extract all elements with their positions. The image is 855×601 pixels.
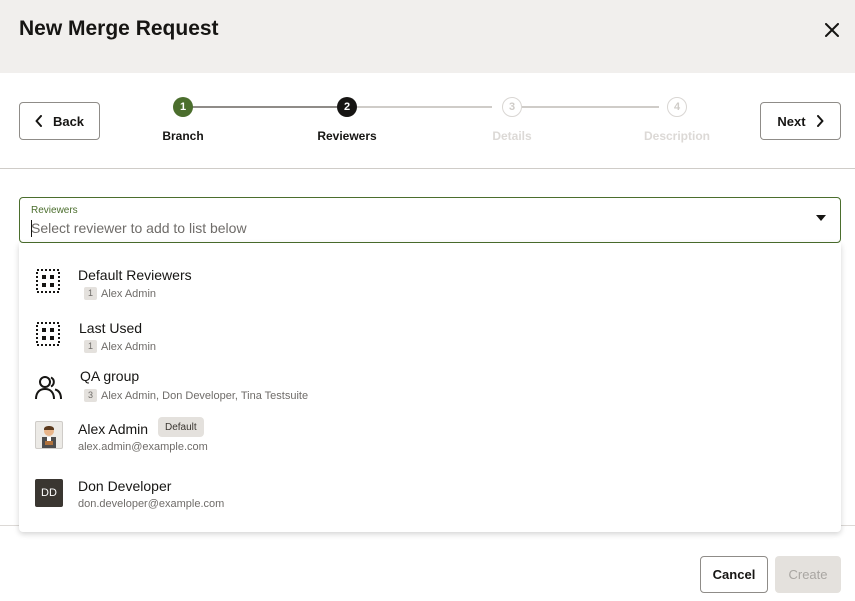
member-count: 3 — [84, 389, 97, 402]
option-don-developer[interactable]: DD Don Developer don.developer@example.c… — [19, 472, 841, 527]
option-name: Don Developer — [78, 478, 172, 494]
next-button[interactable]: Next — [760, 102, 841, 140]
option-alex-admin[interactable]: Alex Admin alex.admin@example.com — [19, 415, 841, 470]
avatar: DD — [35, 479, 63, 507]
default-badge: Default — [158, 417, 204, 437]
grid-icon — [34, 320, 62, 348]
grid-icon — [34, 267, 62, 295]
step-number: 4 — [667, 97, 687, 117]
dropdown-arrow-icon[interactable] — [816, 215, 826, 221]
option-last-used[interactable]: Last Used 1 Alex Admin — [19, 304, 841, 359]
option-name: Default Reviewers — [78, 267, 192, 283]
chevron-right-icon — [816, 115, 824, 127]
member-names: Alex Admin — [101, 287, 157, 300]
option-name: Alex Admin — [78, 421, 149, 437]
reviewer-options-list: Default Reviewers 1 Alex Admin Last Used… — [19, 243, 841, 532]
option-email: alex.admin@example.com — [78, 441, 208, 453]
step-label: Branch — [162, 129, 204, 143]
chevron-left-icon — [35, 115, 42, 127]
step-details: 3 Details — [462, 95, 562, 143]
group-icon — [35, 373, 63, 401]
step-label: Description — [643, 129, 710, 143]
back-label: Back — [52, 113, 85, 129]
divider — [0, 168, 855, 169]
member-names: Alex Admin — [101, 340, 157, 353]
reviewers-search-input[interactable] — [31, 220, 791, 236]
dialog-title: New Merge Request — [19, 17, 219, 40]
avatar — [35, 421, 63, 449]
step-label: Reviewers — [317, 129, 377, 143]
text-caret — [31, 220, 32, 237]
step-label: Details — [492, 129, 532, 143]
reviewers-select[interactable]: Reviewers — [19, 197, 841, 243]
step-branch[interactable]: 1 Branch — [133, 95, 233, 143]
option-name: Last Used — [79, 320, 143, 336]
member-count: 1 — [84, 340, 97, 353]
step-number: 3 — [502, 97, 522, 117]
step-description: 4 Description — [627, 95, 727, 143]
option-members: 1 Alex Admin — [78, 340, 156, 353]
option-email: don.developer@example.com — [78, 498, 225, 510]
step-reviewers[interactable]: 2 Reviewers — [297, 95, 397, 143]
option-qa-group[interactable]: QA group 3 Alex Admin, Don Developer, Ti… — [19, 360, 841, 415]
next-label: Next — [777, 113, 806, 129]
back-button[interactable]: Back — [19, 102, 100, 140]
option-name: QA group — [80, 368, 140, 384]
member-names: Alex Admin, Don Developer, Tina Testsuit… — [101, 389, 309, 402]
member-count: 1 — [84, 287, 97, 300]
close-icon[interactable] — [818, 16, 846, 44]
step-number: 2 — [337, 97, 357, 117]
dialog-header: New Merge Request — [0, 0, 855, 73]
option-members: 1 Alex Admin — [78, 287, 156, 300]
option-default-reviewers[interactable]: Default Reviewers 1 Alex Admin — [19, 251, 841, 306]
create-button[interactable]: Create — [775, 556, 841, 593]
step-number: 1 — [173, 97, 193, 117]
step-train: 1 Branch 2 Reviewers 3 Details 4 Descrip… — [140, 95, 740, 155]
option-members: 3 Alex Admin, Don Developer, Tina Testsu… — [78, 389, 308, 402]
cancel-button[interactable]: Cancel — [700, 556, 768, 593]
reviewers-field-label: Reviewers — [31, 205, 78, 216]
